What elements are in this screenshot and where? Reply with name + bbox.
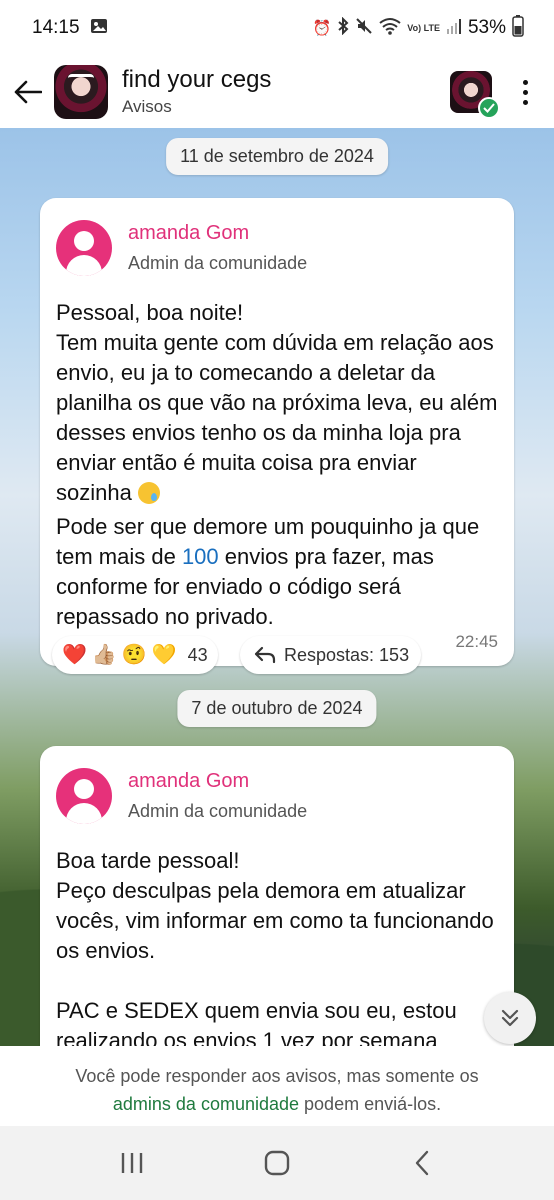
back-nav-button[interactable] <box>392 1138 452 1188</box>
check-badge-icon <box>478 97 500 119</box>
message-line: Tem muita gente com dúvida em relação ao… <box>56 330 498 505</box>
message-line: Boa tarde pessoal! <box>56 848 240 873</box>
date-chip: 7 de outubro de 2024 <box>177 690 377 727</box>
double-chevron-down-icon <box>501 1009 519 1027</box>
system-navigation-bar <box>0 1126 554 1200</box>
more-dot-icon <box>522 79 528 85</box>
community-admins-link[interactable]: admins da comunidade <box>113 1094 299 1114</box>
footer-text: Você pode responder aos avisos, mas some… <box>75 1066 479 1086</box>
message-line: Pessoal, boa noite! <box>56 300 244 325</box>
message-author: amanda Gom Admin da comunidade <box>56 220 498 276</box>
message-text: Pessoal, boa noite! Tem muita gente com … <box>56 298 498 632</box>
home-icon <box>264 1150 290 1176</box>
message-author: amanda Gom Admin da comunidade <box>56 768 498 824</box>
author-name[interactable]: amanda Gom <box>128 221 307 245</box>
message-line: PAC e SEDEX quem envia sou eu, estou rea… <box>56 998 457 1046</box>
raised-eyebrow-reaction-icon: 🤨 <box>121 644 147 666</box>
message-bubble[interactable]: amanda Gom Admin da comunidade Boa tarde… <box>40 746 514 1046</box>
announcement-footer-note: Você pode responder aos avisos, mas some… <box>0 1046 554 1126</box>
replies-label: Respostas: 153 <box>284 644 410 665</box>
more-dot-icon <box>522 89 528 95</box>
mute-icon <box>355 17 373 39</box>
phone-number-link[interactable]: 100 <box>182 544 219 569</box>
volte-icon: Vo) LTE <box>407 22 440 33</box>
date-chip: 11 de setembro de 2024 <box>166 138 388 175</box>
battery-level: 53% <box>467 17 506 38</box>
alarm-icon: ⏰ <box>312 20 332 37</box>
yellow-heart-reaction-icon: 💛 <box>151 644 177 666</box>
footer-text: podem enviá-los. <box>304 1094 442 1114</box>
back-arrow-icon <box>14 80 42 104</box>
replies-button[interactable]: Respostas: 153 <box>240 636 422 674</box>
wifi-icon <box>379 17 401 39</box>
group-subtitle: Avisos <box>122 97 172 116</box>
author-avatar[interactable] <box>56 768 112 824</box>
app-header: find your cegs Avisos <box>0 56 554 128</box>
group-avatar[interactable] <box>54 65 108 119</box>
gallery-notification-icon <box>90 18 108 38</box>
bluetooth-icon <box>337 16 349 39</box>
sweat-smile-emoji-icon <box>137 482 160 504</box>
community-avatar[interactable] <box>450 71 500 119</box>
more-options-button[interactable] <box>510 70 540 114</box>
signal-icon <box>446 17 462 39</box>
author-name[interactable]: amanda Gom <box>128 769 307 793</box>
reactions-pill[interactable]: ❤️ 👍🏼 🤨 💛 43 <box>52 636 218 674</box>
scroll-to-bottom-button[interactable] <box>484 992 536 1044</box>
reply-arrow-icon <box>254 646 276 664</box>
thumbs-up-reaction-icon: 👍🏼 <box>91 644 117 666</box>
author-role: Admin da comunidade <box>128 801 308 821</box>
back-button[interactable] <box>6 70 50 114</box>
recent-apps-button[interactable] <box>102 1138 162 1188</box>
message-bubble[interactable]: amanda Gom Admin da comunidade Pessoal, … <box>40 198 514 666</box>
author-role: Admin da comunidade <box>128 253 308 273</box>
battery-icon <box>512 15 524 41</box>
more-dot-icon <box>522 99 528 105</box>
chat-area[interactable]: 11 de setembro de 2024 amanda Gom Admin … <box>0 128 554 1046</box>
recent-apps-icon <box>122 1153 143 1173</box>
reaction-count: 43 <box>187 644 208 665</box>
status-bar: 14:15 ⏰ Vo) LTE 53% <box>0 0 554 56</box>
group-title: find your cegs <box>122 66 272 93</box>
back-chevron-icon <box>415 1150 428 1176</box>
message-text: Boa tarde pessoal! Peço desculpas pela d… <box>56 846 498 1046</box>
message-line: Peço desculpas pela demora em atualizar … <box>56 878 494 963</box>
status-time: 14:15 <box>32 17 80 38</box>
header-title-area[interactable]: find your cegs Avisos <box>122 66 450 118</box>
home-button[interactable] <box>247 1138 307 1188</box>
author-avatar[interactable] <box>56 220 112 276</box>
heart-reaction-icon: ❤️ <box>62 644 87 666</box>
